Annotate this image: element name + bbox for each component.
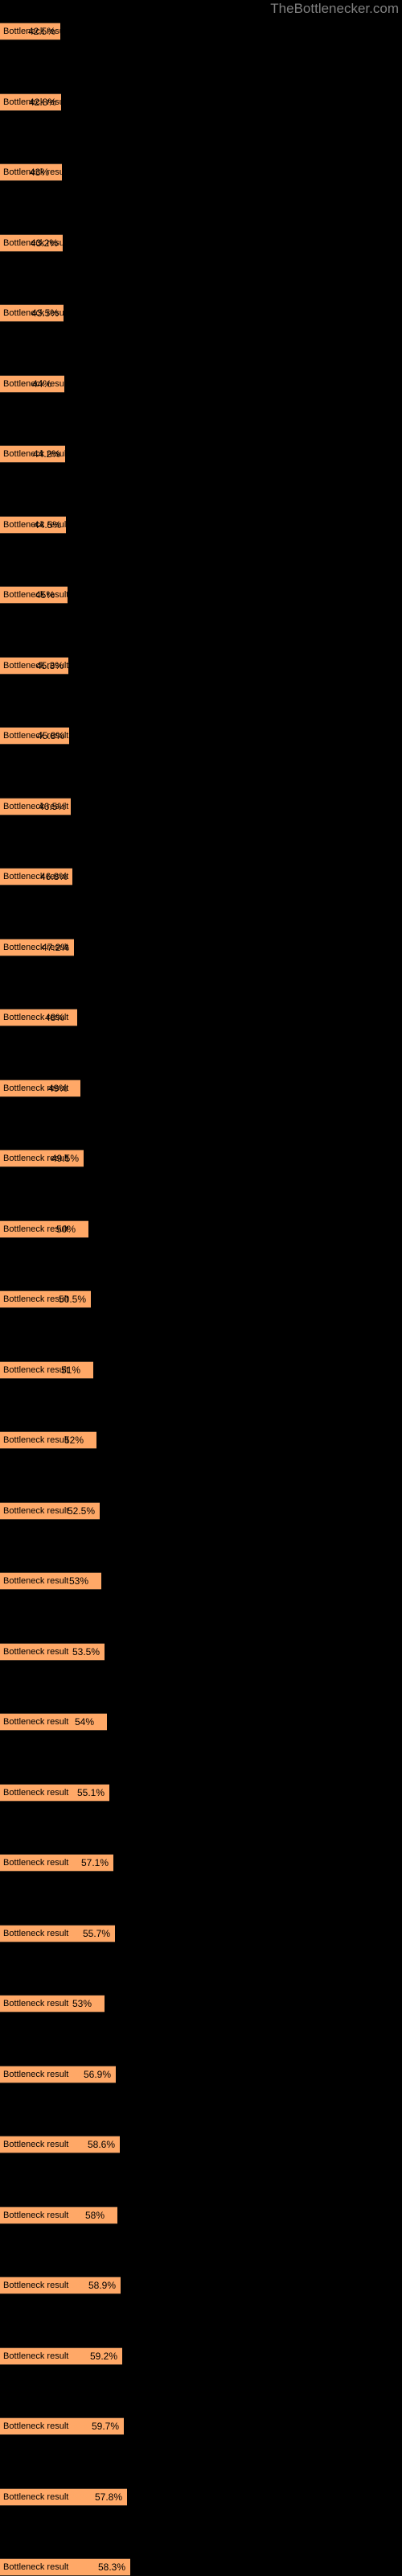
bar-label: Bottleneck result [3,1999,69,2008]
bar-value-label: 58.3% [98,2562,126,2573]
bottleneck-bar[interactable]: Bottleneck result 45% [0,586,68,604]
bottleneck-bar[interactable]: Bottleneck result 57.1% [0,1854,113,1872]
bottleneck-bar[interactable]: Bottleneck result 47.2% [0,939,74,956]
bar-value-label: 48% [45,1012,65,1023]
bottleneck-bar[interactable]: Bottleneck result 45.3% [0,657,68,675]
bottleneck-bar[interactable]: Bottleneck result 44% [0,375,64,393]
bar-value-label: 59.2% [90,2351,118,2362]
bottleneck-bar[interactable]: Bottleneck result 51% [0,1361,93,1379]
bar-label: Bottleneck result [3,2351,69,2361]
bottleneck-bar[interactable]: Bottleneck result 43.2% [0,234,63,252]
bottleneck-bar[interactable]: Bottleneck result 58% [0,2207,117,2224]
bar-value-label: 58% [85,2210,105,2221]
bottleneck-bar[interactable]: Bottleneck result 50% [0,1220,88,1238]
bottleneck-bar[interactable]: Bottleneck result 58.3% [0,2558,130,2576]
bottleneck-bar[interactable]: Bottleneck result 55.1% [0,1784,109,1802]
bottleneck-bar-chart: Bottleneck result42.5%Bottleneck result4… [0,0,402,2576]
bar-value-label: 44% [32,378,52,390]
bar-value-label: 46.5% [39,801,67,812]
bottleneck-bar[interactable]: Bottleneck result 44.2% [0,445,65,463]
bar-value-label: 55.1% [77,1787,105,1798]
bar-label: Bottleneck result [3,1858,69,1868]
bottleneck-bar[interactable]: Bottleneck result 46.8% [0,868,72,886]
bottleneck-bar[interactable]: Bottleneck result 57.8% [0,2488,127,2506]
bar-value-label: 50% [56,1224,76,1235]
bottleneck-bar[interactable]: Bottleneck result 44.5% [0,516,66,534]
bottleneck-bar[interactable]: Bottleneck result43% [0,163,62,181]
bar-value-label: 59.7% [92,2421,120,2432]
bar-label: Bottleneck result [3,1788,69,1798]
bar-value-label: 58.6% [88,2139,116,2150]
bar-value-label: 44.2% [33,448,61,460]
bar-label: Bottleneck result [3,2070,69,2079]
bottleneck-bar[interactable]: Bottleneck result42.8% [0,93,61,111]
bottleneck-bar[interactable]: Bottleneck result42.5% [0,23,60,40]
bar-value-label: 52% [64,1435,84,1446]
bottleneck-bar[interactable]: Bottleneck result 55.7% [0,1925,115,1942]
bar-value-label: 52.5% [68,1505,96,1517]
bottleneck-bar[interactable]: Bottleneck result 46.5% [0,798,71,815]
bottleneck-bar[interactable]: Bottleneck result 48% [0,1009,77,1026]
bar-value-label: 45.8% [37,730,65,741]
bar-label: Bottleneck result [3,2492,69,2502]
bar-value-label: 57.1% [81,1857,109,1868]
bar-label: Bottleneck result [3,1506,69,1516]
bottleneck-bar[interactable]: Bottleneck result 49.5% [0,1150,84,1167]
bar-label: Bottleneck result [3,2281,69,2290]
bar-label: Bottleneck result [3,1365,69,1375]
bottleneck-bar[interactable]: Bottleneck result 56.9% [0,2066,116,2083]
bar-label: Bottleneck result [3,1435,69,1445]
bottleneck-bar[interactable]: Bottleneck result 59.2% [0,2347,122,2365]
bar-value-label: 54% [75,1716,95,1728]
bar-label: Bottleneck result [3,1576,69,1586]
bottleneck-bar[interactable]: Bottleneck result 52.5% [0,1502,100,1520]
bar-value-label: 46.8% [40,871,68,882]
bar-value-label: 43.5% [31,308,59,319]
bar-value-label: 42.8% [29,97,57,108]
bar-value-label: 42.5% [28,26,56,37]
bar-label: Bottleneck result [3,1717,69,1727]
bottleneck-bar[interactable]: Bottleneck result 53% [0,1572,101,1590]
bar-label: Bottleneck result [3,2211,69,2220]
bottleneck-bar[interactable]: Bottleneck result 58.9% [0,2277,121,2294]
bottleneck-bar[interactable]: Bottleneck result 58.6% [0,2136,120,2153]
bar-value-label: 49% [48,1083,68,1094]
bottleneck-bar[interactable]: Bottleneck result 49% [0,1080,80,1097]
bar-value-label: 56.9% [84,2069,112,2080]
bar-label: Bottleneck result [3,2562,69,2572]
bar-value-label: 55.7% [83,1928,111,1939]
bar-value-label: 43% [30,167,50,178]
bar-value-label: 47.2% [42,942,70,953]
bottleneck-bar[interactable]: Bottleneck result 53% [0,1995,105,2013]
bar-value-label: 45.3% [36,660,64,671]
bar-value-label: 44.5% [34,519,62,530]
bottleneck-bar[interactable]: Bottleneck result 54% [0,1713,107,1731]
bottleneck-bar[interactable]: Bottleneck result 52% [0,1431,96,1449]
bottleneck-bar[interactable]: Bottleneck result 43.5% [0,304,64,322]
bar-value-label: 57.8% [95,2491,123,2503]
bar-label: Bottleneck result [3,1647,69,1657]
bar-value-label: 50.5% [59,1294,87,1305]
bar-value-label: 53.5% [72,1646,100,1657]
bar-label: Bottleneck result [3,2140,69,2149]
bottleneck-bar[interactable]: Bottleneck result 59.7% [0,2417,124,2435]
bar-label: Bottleneck result [3,2421,69,2431]
bar-value-label: 53% [72,1998,92,2009]
bottleneck-bar[interactable]: Bottleneck result 45.8% [0,727,69,745]
bar-value-label: 53% [69,1575,89,1587]
bottleneck-bar[interactable]: Bottleneck result 50.5% [0,1290,91,1308]
bar-value-label: 45% [35,589,55,601]
bar-value-label: 51% [61,1364,81,1376]
bottleneck-bar[interactable]: Bottleneck result 53.5% [0,1643,105,1661]
bar-value-label: 58.9% [88,2280,117,2291]
bar-label: Bottleneck result [3,1929,69,1938]
bar-value-label: 49.5% [51,1153,80,1164]
bar-value-label: 43.2% [31,237,59,249]
